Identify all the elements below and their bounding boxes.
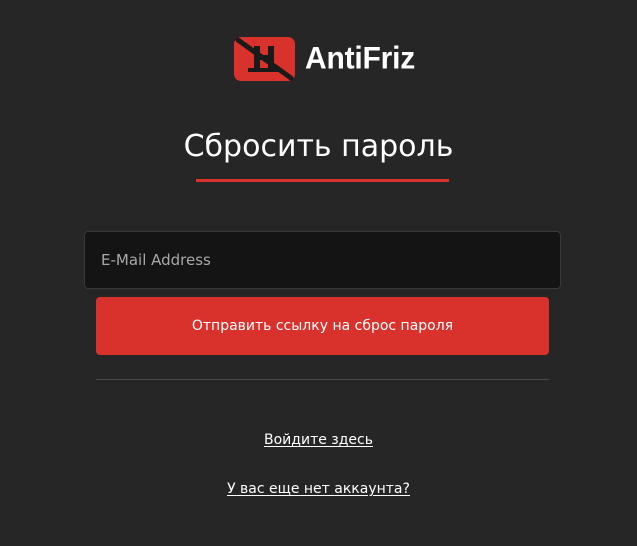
send-reset-link-button[interactable]: Отправить ссылку на сброс пароля bbox=[96, 297, 549, 355]
login-link-row: Войдите здесь bbox=[0, 430, 637, 450]
title-underline bbox=[196, 179, 449, 182]
register-link[interactable]: У вас еще нет аккаунта? bbox=[227, 481, 410, 497]
login-link[interactable]: Войдите здесь bbox=[264, 432, 373, 448]
brand-logo[interactable]: AntiFriz bbox=[234, 37, 415, 81]
register-link-row: У вас еще нет аккаунта? bbox=[0, 479, 637, 499]
divider bbox=[96, 379, 549, 380]
page-title: Сбросить пароль bbox=[183, 129, 454, 164]
brand-name: AntiFriz bbox=[305, 41, 416, 76]
email-field[interactable] bbox=[84, 231, 561, 289]
reset-password-page: AntiFriz Сбросить пароль Отправить ссылк… bbox=[0, 0, 637, 546]
crossed-out-h-logo-icon bbox=[234, 37, 295, 81]
